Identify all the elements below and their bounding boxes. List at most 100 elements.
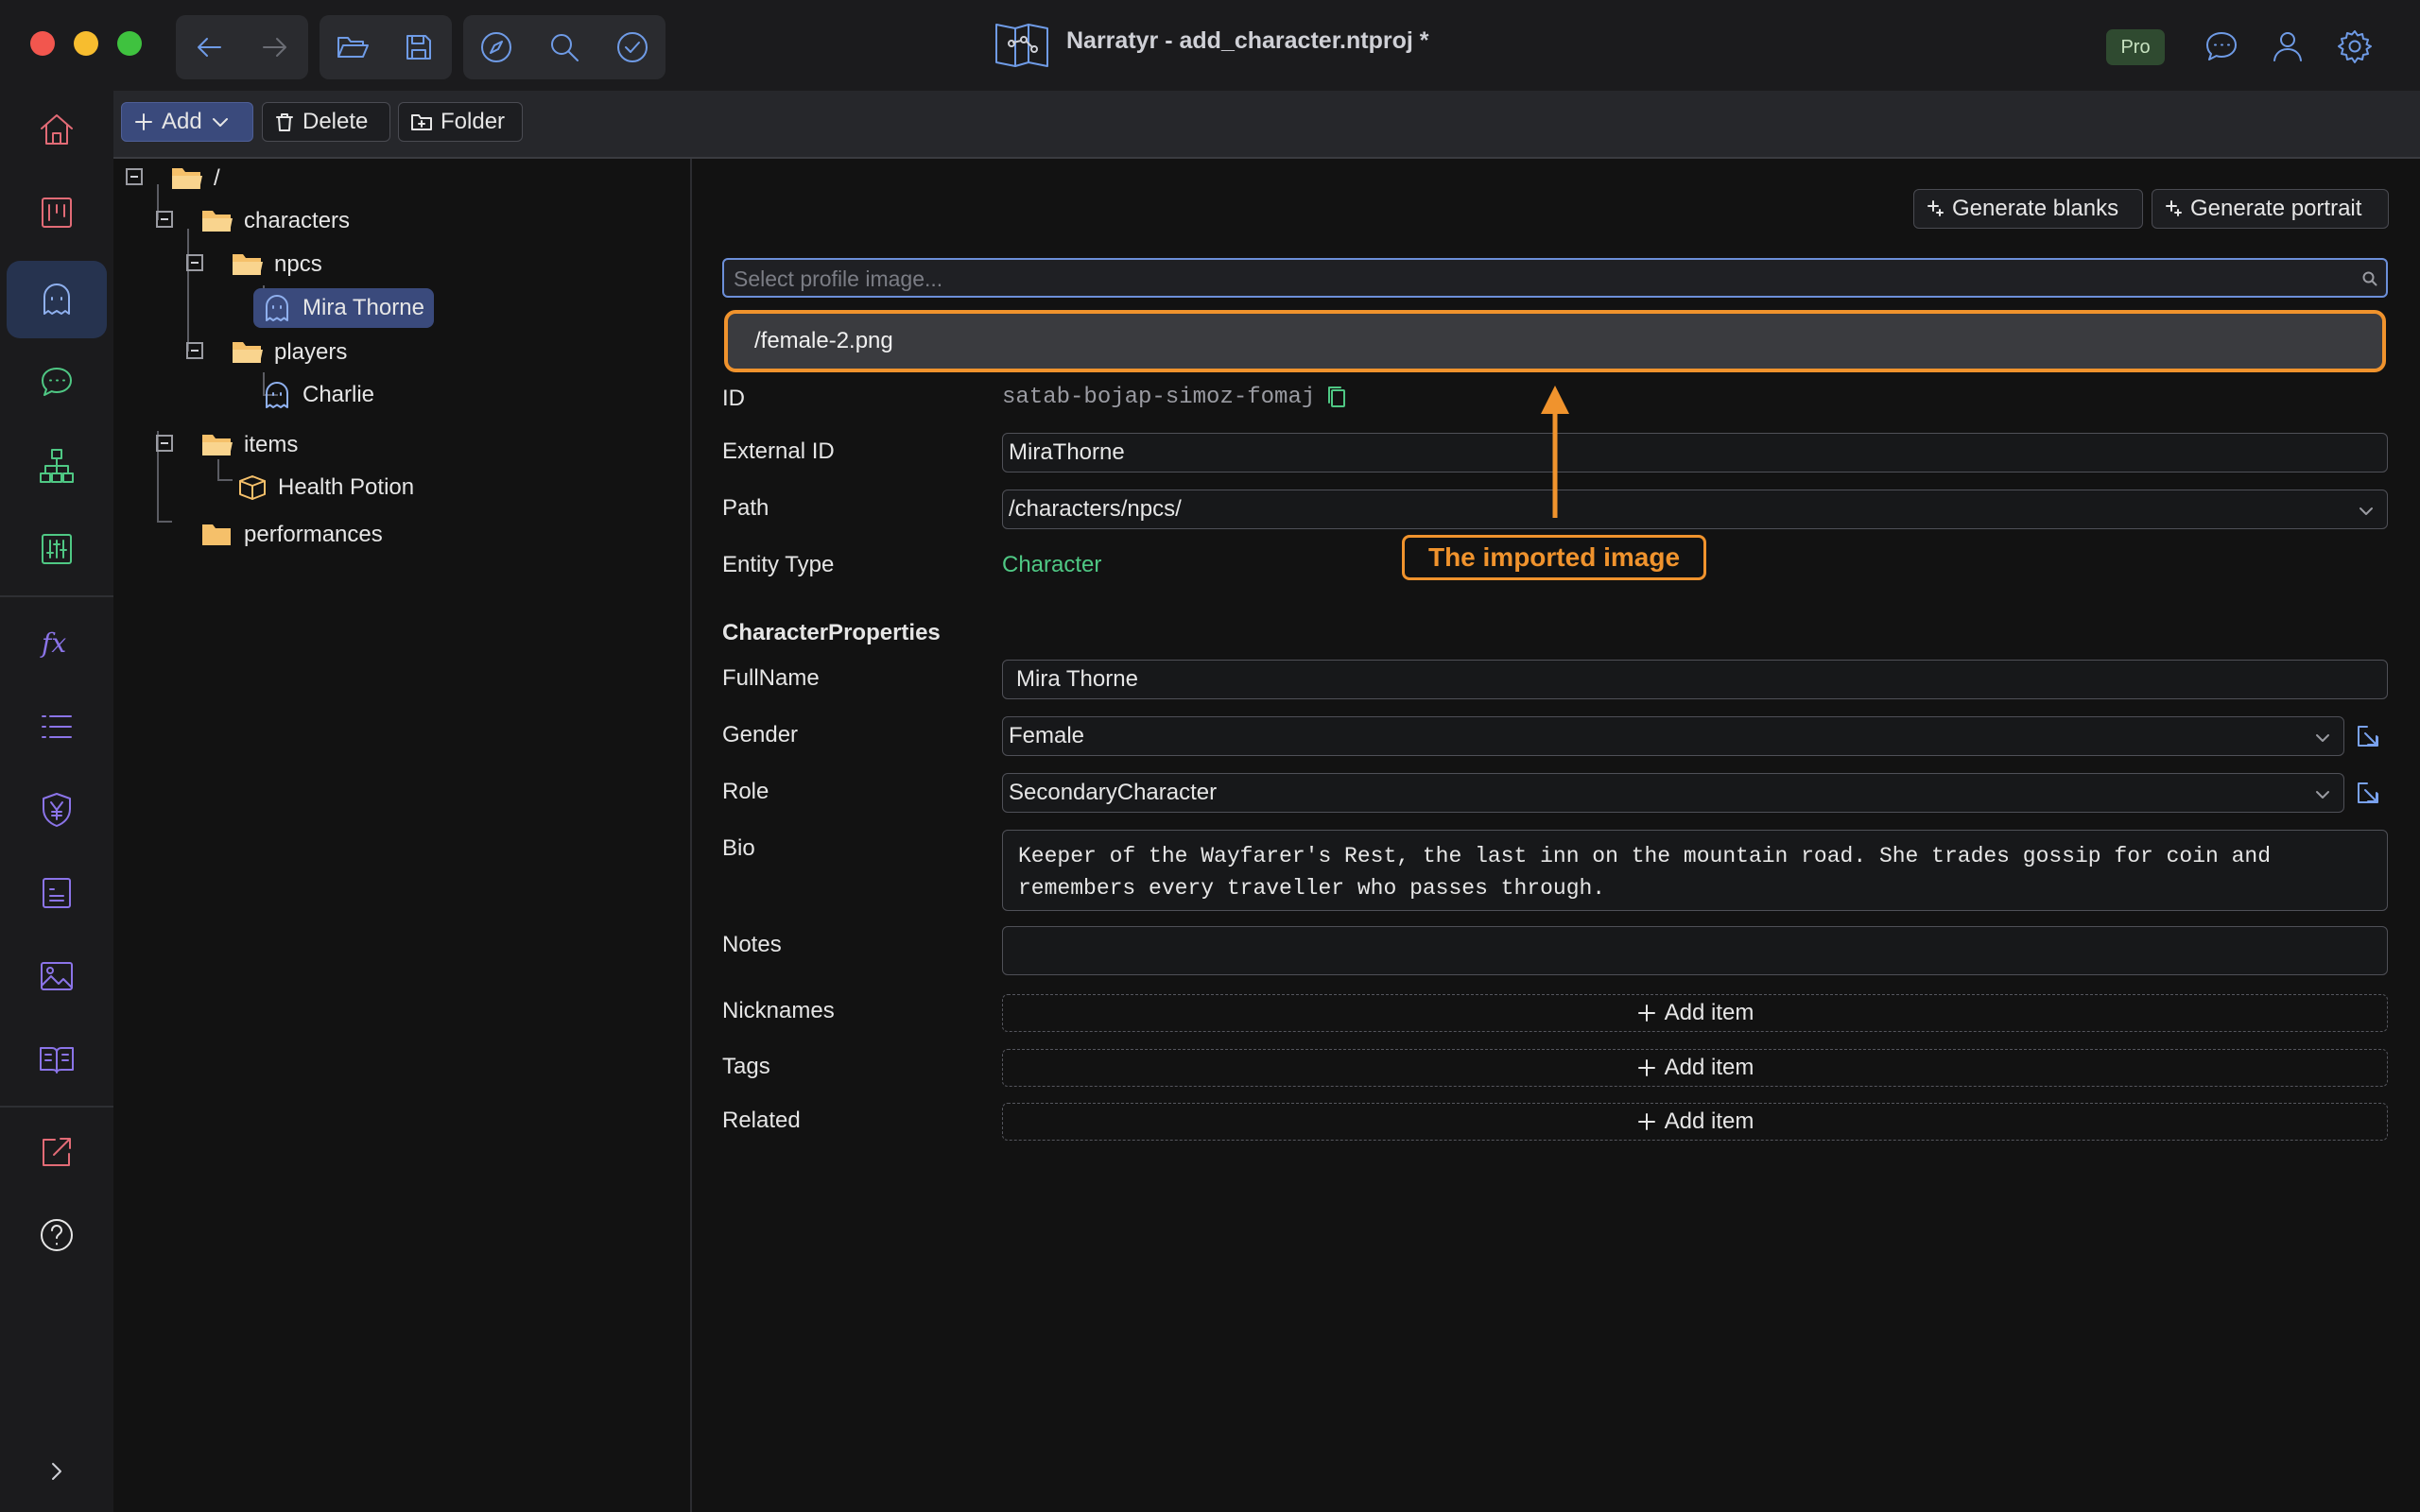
save-button[interactable] (386, 15, 452, 79)
navigate-button[interactable] (463, 15, 529, 79)
pro-badge[interactable]: Pro (2106, 29, 2165, 65)
fullname-input[interactable]: Mira Thorne (1002, 660, 2388, 699)
nav-lists[interactable] (7, 688, 107, 765)
collapse-toggle[interactable] (156, 211, 173, 228)
tree-node-mira-thorne[interactable]: Mira Thorne (253, 288, 434, 328)
generate-blanks-button[interactable]: Generate blanks (1913, 189, 2143, 229)
account-button[interactable] (2260, 19, 2315, 74)
related-label: Related (722, 1108, 801, 1133)
annotation-label: The imported image (1402, 535, 1706, 580)
gender-select[interactable]: Female (1002, 716, 2344, 756)
nicknames-add-item-button[interactable]: Add item (1002, 994, 2388, 1032)
chat-bubble-icon (2206, 32, 2237, 60)
sparkle-icon (1927, 200, 1944, 216)
chevron-down-icon (212, 118, 228, 127)
tree-node-players[interactable]: players (231, 333, 347, 372)
tree-node-items[interactable]: items (200, 425, 298, 465)
dropdown-option-female-2[interactable]: /female-2.png (724, 310, 2386, 372)
role-value: SecondaryCharacter (1009, 780, 1218, 805)
generate-portrait-button[interactable]: Generate portrait (2152, 189, 2389, 229)
collapse-toggle[interactable] (186, 254, 203, 271)
tree-node-charlie[interactable]: Charlie (261, 375, 374, 415)
external-link-icon (43, 1138, 71, 1166)
tree-node-health-potion[interactable]: Health Potion (236, 468, 414, 507)
add-item-label: Add item (1664, 1000, 1754, 1025)
nav-boards[interactable] (7, 174, 107, 251)
settings-button[interactable] (2327, 19, 2382, 74)
open-project-button[interactable] (320, 15, 386, 79)
plus-icon (1637, 1113, 1655, 1130)
back-button[interactable] (176, 15, 242, 79)
new-folder-button[interactable]: Folder (398, 102, 523, 142)
maximize-window-button[interactable] (117, 31, 142, 56)
nav-home[interactable] (7, 91, 107, 168)
close-window-button[interactable] (30, 31, 55, 56)
search-button[interactable] (531, 15, 597, 79)
hierarchy-icon (40, 449, 74, 483)
notes-textarea[interactable] (1002, 926, 2388, 975)
path-value: /characters/npcs/ (1009, 496, 1182, 522)
nav-cards[interactable] (7, 854, 107, 932)
nav-export[interactable] (7, 1113, 107, 1191)
tags-add-item-button[interactable]: Add item (1002, 1049, 2388, 1087)
notes-label: Notes (722, 932, 782, 957)
external-id-input[interactable]: MiraThorne (1002, 433, 2388, 472)
nav-dialogues[interactable] (7, 344, 107, 421)
tree-node-performances[interactable]: performances (200, 515, 383, 555)
add-button-label: Add (162, 109, 202, 134)
nav-flow[interactable] (7, 427, 107, 505)
nav-glossary[interactable] (7, 1021, 107, 1098)
collapse-toggle[interactable] (126, 168, 143, 185)
book-open-icon (40, 1047, 74, 1074)
search-icon (551, 34, 579, 61)
tree-node-label: characters (244, 208, 351, 233)
bio-line: remembers every traveller who passes thr… (1018, 876, 1606, 901)
tree-node-label: / (214, 165, 220, 191)
arrow-right-icon (263, 38, 286, 57)
profile-image-select[interactable] (722, 258, 2388, 298)
go-to-definition-icon[interactable] (2354, 722, 2382, 750)
related-add-item-button[interactable]: Add item (1002, 1103, 2388, 1141)
title-bar: Narratyr - add_character.ntproj * Pro (0, 0, 2420, 91)
nicknames-label: Nicknames (722, 998, 835, 1023)
sliders-icon (42, 534, 72, 564)
nav-functions[interactable]: fx (7, 605, 107, 682)
chevron-down-icon (2316, 791, 2329, 799)
expand-rail-button[interactable] (7, 1433, 107, 1510)
section-title: CharacterProperties (722, 620, 941, 645)
feedback-button[interactable] (2194, 19, 2249, 74)
delete-button[interactable]: Delete (262, 102, 390, 142)
check-circle-icon (617, 32, 648, 62)
nav-variables[interactable] (7, 510, 107, 588)
bio-line: Keeper of the Wayfarer's Rest, the last … (1018, 844, 2272, 868)
folder-open-icon (202, 211, 233, 232)
nav-help[interactable] (7, 1196, 107, 1274)
generate-blanks-label: Generate blanks (1952, 196, 2119, 221)
go-to-definition-icon[interactable] (2354, 779, 2382, 807)
id-value: satab-bojap-simoz-fomaj (1002, 385, 1316, 410)
help-icon (41, 1219, 73, 1251)
nav-economy[interactable] (7, 771, 107, 849)
profile-image-search-input[interactable] (732, 265, 2342, 293)
collapse-toggle[interactable] (186, 342, 203, 359)
tree-node-root[interactable]: / (170, 159, 220, 198)
minimize-window-button[interactable] (74, 31, 98, 56)
user-icon (2273, 32, 2302, 61)
kanban-icon (42, 198, 72, 228)
tree-node-label: players (274, 339, 348, 365)
app-logo-icon (995, 24, 1048, 67)
forward-button[interactable] (242, 15, 308, 79)
path-select[interactable]: /characters/npcs/ (1002, 490, 2388, 529)
nav-images[interactable] (7, 937, 107, 1015)
tree-node-characters[interactable]: characters (200, 201, 350, 241)
id-label: ID (722, 386, 745, 411)
collapse-toggle[interactable] (156, 435, 173, 452)
role-select[interactable]: SecondaryCharacter (1002, 773, 2344, 813)
bio-textarea[interactable]: Keeper of the Wayfarer's Rest, the last … (1002, 830, 2388, 911)
tree-node-npcs[interactable]: npcs (231, 245, 322, 284)
copy-icon[interactable] (1325, 384, 1348, 410)
add-button[interactable]: Add (121, 102, 253, 142)
validate-button[interactable] (599, 15, 666, 79)
tree-node-label: performances (244, 522, 383, 547)
nav-entities[interactable] (7, 261, 107, 338)
